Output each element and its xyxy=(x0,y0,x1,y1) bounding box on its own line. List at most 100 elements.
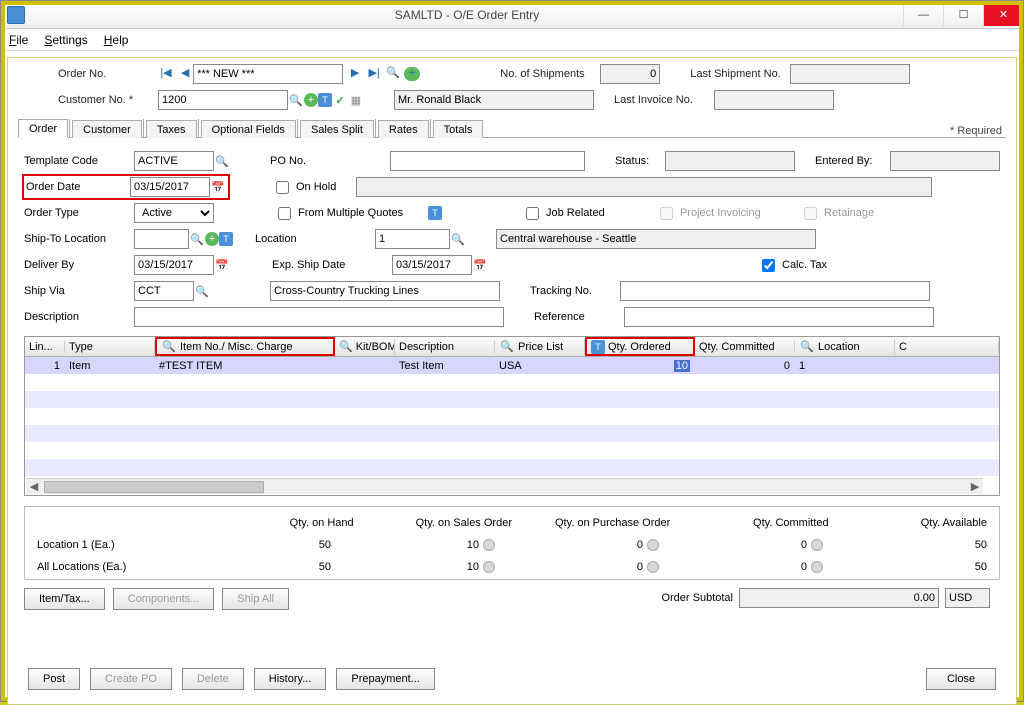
job-related-label: Job Related xyxy=(546,207,656,219)
retainage-label: Retainage xyxy=(824,207,874,219)
sum-head-onhand: Qty. on Hand xyxy=(195,517,353,529)
description-input[interactable] xyxy=(134,307,504,327)
col-more[interactable]: C xyxy=(895,341,999,353)
col-description[interactable]: Description xyxy=(395,341,495,353)
table-row[interactable] xyxy=(25,374,999,391)
loc-search-icon[interactable]: 🔍 xyxy=(799,339,815,355)
drill-icon[interactable] xyxy=(647,539,659,551)
template-code-input[interactable] xyxy=(134,151,214,171)
qty-form-icon[interactable]: T xyxy=(591,340,605,354)
tab-taxes[interactable]: Taxes xyxy=(146,120,197,138)
col-price-list[interactable]: 🔍Price List xyxy=(495,339,585,355)
shipments-value xyxy=(600,64,660,84)
item-search-icon[interactable]: 🔍 xyxy=(161,339,177,355)
deliver-by-calendar-icon[interactable]: 📅 xyxy=(214,257,230,273)
po-no-input[interactable] xyxy=(390,151,585,171)
minimize-button[interactable]: — xyxy=(903,4,943,26)
order-date-calendar-icon[interactable]: 📅 xyxy=(210,179,226,195)
ship-via-search-icon[interactable]: 🔍 xyxy=(194,283,210,299)
post-button[interactable]: Post xyxy=(28,668,80,690)
customer-form-icon[interactable]: T xyxy=(318,93,332,107)
from-multiple-icon[interactable]: T xyxy=(428,206,442,220)
location-input[interactable] xyxy=(375,229,450,249)
last-shipment-value xyxy=(790,64,910,84)
col-kit[interactable]: 🔍Kit/BOM xyxy=(335,339,395,355)
kit-search-icon[interactable]: 🔍 xyxy=(339,339,353,355)
customer-check-icon[interactable]: ✓ xyxy=(332,92,348,108)
ship-to-add-icon[interactable]: + xyxy=(205,232,219,246)
exp-ship-input[interactable] xyxy=(392,255,472,275)
scroll-left-icon[interactable]: ◀ xyxy=(26,480,42,494)
drill-icon[interactable] xyxy=(811,561,823,573)
ship-to-input[interactable] xyxy=(134,229,189,249)
customer-doc-icon[interactable]: ▦ xyxy=(348,92,364,108)
drill-icon[interactable] xyxy=(483,561,495,573)
menu-file[interactable]: File xyxy=(9,33,28,47)
from-multiple-checkbox[interactable] xyxy=(278,207,291,220)
customer-add-icon[interactable]: + xyxy=(304,93,318,107)
col-type[interactable]: Type xyxy=(65,341,155,353)
ship-to-form-icon[interactable]: T xyxy=(219,232,233,246)
table-row[interactable] xyxy=(25,442,999,459)
qty-ordered-cell[interactable]: 10 xyxy=(585,360,695,372)
ship-to-search-icon[interactable]: 🔍 xyxy=(189,231,205,247)
delete-button: Delete xyxy=(182,668,244,690)
history-button[interactable]: History... xyxy=(254,668,327,690)
tab-optional-fields[interactable]: Optional Fields xyxy=(201,120,296,138)
deliver-by-input[interactable] xyxy=(134,255,214,275)
job-related-checkbox[interactable] xyxy=(526,207,539,220)
menu-settings[interactable]: Settings xyxy=(44,33,87,47)
item-tax-button[interactable]: Item/Tax... xyxy=(24,588,105,610)
scroll-thumb[interactable] xyxy=(44,481,264,493)
col-line[interactable]: Lin... xyxy=(25,341,65,353)
prepayment-button[interactable]: Prepayment... xyxy=(336,668,434,690)
customer-search-icon[interactable]: 🔍 xyxy=(288,92,304,108)
nav-last-icon[interactable]: ▶| xyxy=(366,66,382,82)
exp-ship-calendar-icon[interactable]: 📅 xyxy=(472,257,488,273)
tracking-input[interactable] xyxy=(620,281,930,301)
new-icon[interactable]: + xyxy=(404,67,420,81)
table-row[interactable] xyxy=(25,408,999,425)
tab-rates[interactable]: Rates xyxy=(378,120,429,138)
drill-icon[interactable] xyxy=(483,539,495,551)
menu-help[interactable]: Help xyxy=(104,33,129,47)
table-row[interactable] xyxy=(25,425,999,442)
scroll-right-icon[interactable]: ▶ xyxy=(967,480,983,494)
ship-via-input[interactable] xyxy=(134,281,194,301)
maximize-button[interactable]: ☐ xyxy=(943,4,983,26)
drill-icon[interactable] xyxy=(647,561,659,573)
col-item-no[interactable]: 🔍Item No./ Misc. Charge xyxy=(155,337,335,356)
nav-prev-icon[interactable]: ◀ xyxy=(177,66,193,82)
sum-head-available: Qty. Available xyxy=(829,517,987,529)
template-search-icon[interactable]: 🔍 xyxy=(214,153,230,169)
close-button[interactable]: Close xyxy=(926,668,996,690)
table-row[interactable]: 1 Item #TEST ITEM Test Item USA 10 0 1 xyxy=(25,357,999,374)
table-row[interactable] xyxy=(25,459,999,476)
order-no-input[interactable] xyxy=(193,64,343,84)
location-search-icon[interactable]: 🔍 xyxy=(450,231,466,247)
nav-next-icon[interactable]: ▶ xyxy=(347,66,363,82)
col-location[interactable]: 🔍Location xyxy=(795,339,895,355)
ship-via-name[interactable] xyxy=(270,281,500,301)
drill-icon[interactable] xyxy=(811,539,823,551)
col-qty-committed[interactable]: Qty. Committed xyxy=(695,341,795,353)
pricelist-search-icon[interactable]: 🔍 xyxy=(499,339,515,355)
calc-tax-checkbox[interactable] xyxy=(762,259,775,272)
col-qty-ordered[interactable]: TQty. Ordered xyxy=(585,337,695,356)
table-row[interactable] xyxy=(25,391,999,408)
reference-input[interactable] xyxy=(624,307,934,327)
nav-first-icon[interactable]: |◀ xyxy=(158,66,174,82)
order-type-select[interactable]: Active xyxy=(134,203,214,223)
order-date-input[interactable] xyxy=(130,177,210,197)
tab-customer[interactable]: Customer xyxy=(72,120,142,138)
customer-no-input[interactable] xyxy=(158,90,288,110)
tab-order[interactable]: Order xyxy=(18,119,68,138)
search-icon[interactable]: 🔍 xyxy=(385,66,401,82)
tab-totals[interactable]: Totals xyxy=(433,120,484,138)
on-hold-checkbox[interactable] xyxy=(276,181,289,194)
horizontal-scrollbar[interactable]: ◀ ▶ xyxy=(26,478,983,494)
status-label: Status: xyxy=(615,155,665,167)
line-items-grid[interactable]: Lin... Type 🔍Item No./ Misc. Charge 🔍Kit… xyxy=(24,336,1000,496)
tab-sales-split[interactable]: Sales Split xyxy=(300,120,374,138)
close-window-button[interactable]: ✕ xyxy=(983,4,1023,26)
